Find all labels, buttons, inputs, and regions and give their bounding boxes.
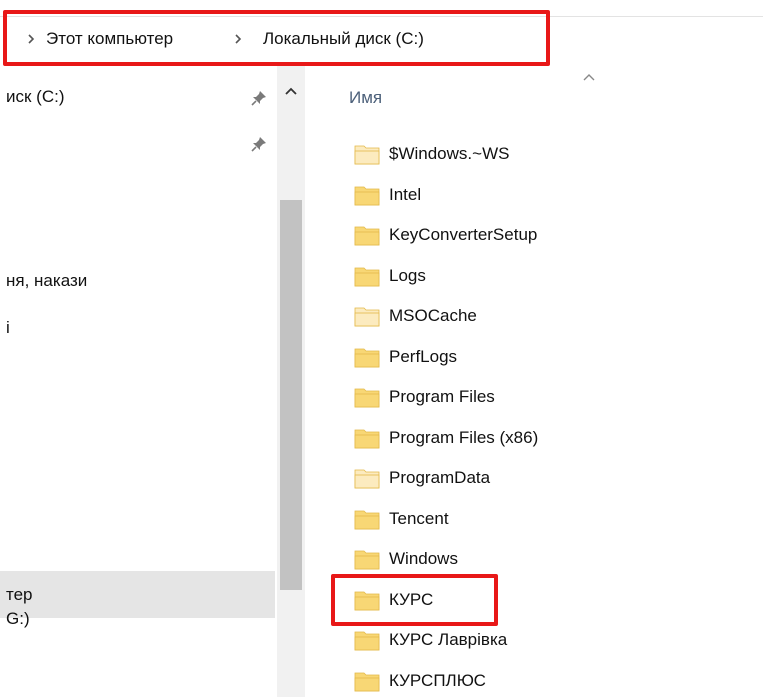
file-row[interactable]: КУРС Лаврівка [354, 624, 754, 656]
sort-ascending-icon [580, 70, 598, 82]
nav-item-local-disk[interactable]: иск (C:) [6, 78, 64, 116]
file-name: Logs [389, 266, 426, 285]
folder-icon [354, 183, 380, 207]
nav-item-drive-g[interactable]: G:) [6, 600, 30, 638]
file-row[interactable]: Tencent [354, 503, 754, 535]
nav-item-folder[interactable]: ня, накази [6, 262, 87, 300]
file-name: Program Files [389, 387, 495, 406]
column-header-name[interactable]: Имя [349, 86, 382, 110]
file-name: $Windows.~WS [389, 144, 510, 163]
folder-icon [354, 385, 380, 409]
file-row[interactable]: Intel [354, 179, 754, 211]
navigation-pane: иск (C:) ня, накази і тер G:) [0, 66, 280, 697]
file-name: PerfLogs [389, 347, 458, 366]
scrollbar-thumb[interactable] [280, 200, 302, 590]
file-row[interactable]: MSOCache [354, 300, 754, 332]
folder-icon [354, 507, 380, 531]
folder-icon [354, 223, 380, 247]
file-row[interactable]: КУРСПЛЮС [354, 665, 754, 697]
folder-icon [354, 426, 380, 450]
file-name: KeyConverterSetup [389, 225, 538, 244]
folder-icon [354, 466, 380, 490]
chevron-up-icon[interactable] [282, 84, 300, 98]
file-name: Windows [389, 549, 458, 568]
file-row[interactable]: Logs [354, 260, 754, 292]
file-name: Intel [389, 185, 422, 204]
file-name: Program Files (x86) [389, 428, 539, 447]
file-name: ProgramData [389, 468, 491, 487]
folder-highlight-box [331, 574, 498, 626]
file-row[interactable]: Windows [354, 543, 754, 575]
file-row[interactable]: Program Files [354, 381, 754, 413]
folder-icon [354, 547, 380, 571]
nav-item-this-pc-selected[interactable] [0, 571, 275, 618]
file-name: Tencent [389, 509, 449, 528]
file-row[interactable]: ProgramData [354, 462, 754, 494]
folder-icon [354, 264, 380, 288]
pin-icon[interactable] [249, 134, 269, 154]
folder-icon [354, 628, 380, 652]
nav-scrollbar[interactable] [277, 66, 305, 697]
file-row[interactable]: Program Files (x86) [354, 422, 754, 454]
file-row[interactable]: PerfLogs [354, 341, 754, 373]
file-row[interactable]: KeyConverterSetup [354, 219, 754, 251]
breadcrumb-highlight-box [3, 10, 550, 66]
folder-icon [354, 142, 380, 166]
folder-icon [354, 304, 380, 328]
pin-icon[interactable] [249, 88, 269, 108]
nav-item-folder-2[interactable]: і [6, 309, 10, 347]
file-name: КУРС Лаврівка [389, 630, 508, 649]
folder-icon [354, 345, 380, 369]
file-name: КУРСПЛЮС [389, 671, 486, 690]
folder-icon [354, 669, 380, 693]
file-row[interactable]: $Windows.~WS [354, 138, 754, 170]
file-name: MSOCache [389, 306, 477, 325]
